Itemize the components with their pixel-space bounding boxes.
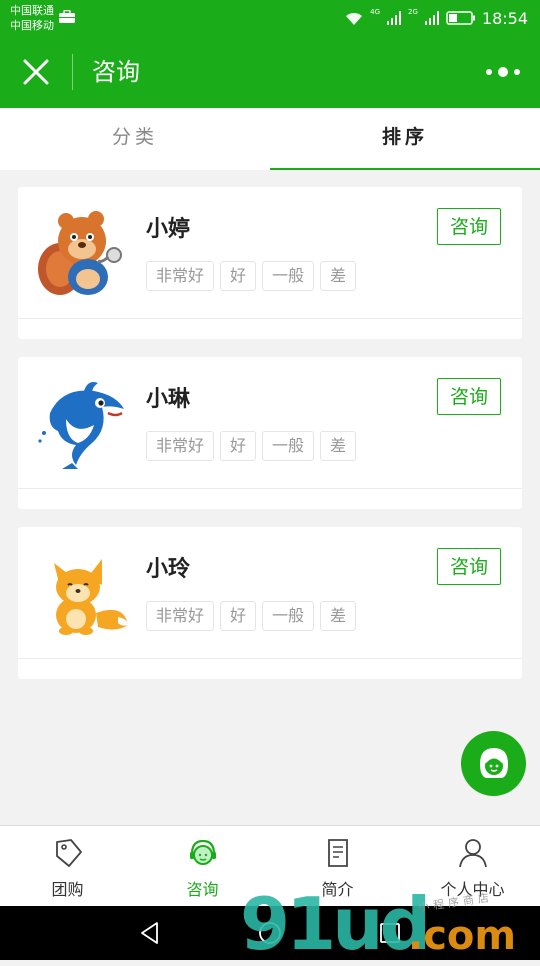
rating-good[interactable]: 好 [220,431,257,461]
consultant-list: 小婷 非常好 好 一般 差 咨询 小琳 非常好 好 一般 差 咨询 小玲 非常好… [18,187,522,697]
wifi-icon [346,12,363,25]
carrier-1: 中国联通 [10,4,54,17]
tab-sort[interactable]: 排序 [270,108,540,170]
document-icon [327,839,348,867]
squirrel-avatar [38,211,122,295]
nav-label: 个人中心 [440,880,505,899]
consult-button[interactable]: 咨询 [437,548,501,585]
rating-tags: 非常好 好 一般 差 [146,261,357,291]
consultant-name: 小琳 [146,387,191,412]
tab-bar: 分类 排序 [0,108,540,170]
card-divider [18,318,522,319]
carrier-info: 中国联通 中国移动 [10,3,54,33]
rating-good[interactable]: 好 [220,261,257,291]
nav-item-consult[interactable]: 咨询 [135,826,270,906]
consultant-card: 小婷 非常好 好 一般 差 咨询 [18,187,522,339]
customer-service-icon [479,747,508,778]
close-icon[interactable] [20,56,52,88]
tab-category[interactable]: 分类 [0,108,270,170]
customer-service-button[interactable] [461,731,526,796]
rating-poor[interactable]: 差 [320,431,357,461]
consultant-card: 小琳 非常好 好 一般 差 咨询 [18,357,522,509]
nav-label: 咨询 [186,880,219,899]
status-right: 4G 2G 18:54 [344,6,528,30]
rating-poor[interactable]: 差 [320,601,357,631]
status-bar: 中国联通 中国移动 4G 2G 18:54 [0,0,540,36]
bottom-nav: 团购 咨询 简介 个人中心 [0,825,540,906]
nav-item-intro[interactable]: 简介 [270,826,405,906]
fox-avatar [54,559,128,635]
card-divider [18,658,522,659]
headset-icon [189,839,216,865]
back-icon[interactable] [137,920,163,946]
consultant-name: 小婷 [146,217,191,242]
title-divider [72,54,73,90]
page-title: 咨询 [92,58,140,86]
rating-average[interactable]: 一般 [262,601,315,631]
consult-button[interactable]: 咨询 [437,378,501,415]
rating-very-good[interactable]: 非常好 [146,601,215,631]
rating-very-good[interactable]: 非常好 [146,431,215,461]
rating-good[interactable]: 好 [220,601,257,631]
consultant-card: 小玲 非常好 好 一般 差 咨询 [18,527,522,679]
rating-poor[interactable]: 差 [320,261,357,291]
more-dot-icon [486,69,492,75]
card-divider [18,488,522,489]
recent-apps-icon[interactable] [377,920,403,946]
signal-icon [387,11,401,25]
more-dot-icon [498,67,508,77]
home-icon[interactable] [257,920,283,946]
system-nav-bar [0,906,540,960]
nav-item-profile[interactable]: 个人中心 [405,826,540,906]
signal-icon [424,11,439,25]
dolphin-avatar [38,382,124,469]
network-4g-label: 4G [370,8,380,16]
briefcase-icon [59,10,75,23]
rating-average[interactable]: 一般 [262,431,315,461]
status-time: 18:54 [481,8,528,28]
rating-very-good[interactable]: 非常好 [146,261,215,291]
rating-tags: 非常好 好 一般 差 [146,601,357,631]
title-bar: 咨询 [0,36,540,108]
consult-button[interactable]: 咨询 [437,208,501,245]
rating-tags: 非常好 好 一般 差 [146,431,357,461]
rating-average[interactable]: 一般 [262,261,315,291]
nav-label: 团购 [51,880,84,899]
battery-icon [446,11,475,25]
more-dot-icon [514,69,520,75]
tag-icon [55,839,82,867]
user-icon [458,839,487,868]
more-options-button[interactable] [486,64,520,80]
consultant-name: 小玲 [146,557,191,582]
nav-item-group-buy[interactable]: 团购 [0,826,135,906]
carrier-2: 中国移动 [10,19,54,32]
network-2g-label: 2G [408,8,418,16]
nav-label: 简介 [321,880,354,899]
